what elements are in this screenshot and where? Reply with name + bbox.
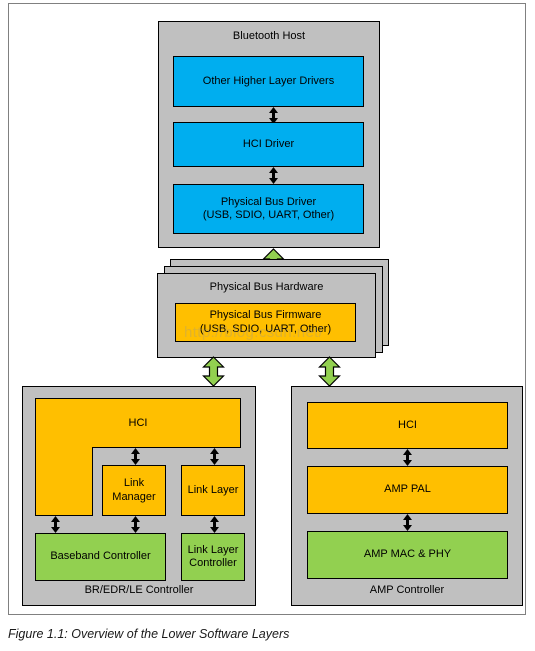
block-link-layer: Link Layer: [181, 465, 245, 516]
br-edr-le-controller-title: BR/EDR/LE Controller: [84, 584, 194, 596]
block-label: AMP MAC & PHY: [363, 548, 452, 561]
block-link-layer-controller: Link Layer Controller: [181, 533, 245, 581]
block-other-higher-layer-drivers: Other Higher Layer Drivers: [173, 56, 364, 107]
block-label: Link Layer: [187, 483, 239, 496]
arrow-hci-to-baseband-controller: [51, 516, 60, 533]
bluetooth-host-title: Bluetooth Host: [232, 30, 306, 42]
block-label: Other Higher Layer Drivers: [202, 74, 335, 87]
block-label: Link Layer Controller: [187, 543, 239, 569]
arrow-link-manager-to-baseband-controller: [131, 516, 140, 533]
figure-frame: Bluetooth Host Other Higher Layer Driver…: [8, 3, 526, 615]
arrow-amp-pal-to-amp-mac-phy: [403, 514, 412, 531]
arrow-link-layer-to-link-layer-controller: [210, 516, 219, 533]
arrow-bus-to-amp-controller: [318, 356, 341, 387]
block-label: Physical Bus Driver (USB, SDIO, UART, Ot…: [202, 195, 335, 221]
physical-bus-hardware-title: Physical Bus Hardware: [209, 281, 324, 293]
block-baseband-controller: Baseband Controller: [35, 533, 166, 581]
block-physical-bus-driver: Physical Bus Driver (USB, SDIO, UART, Ot…: [173, 184, 364, 234]
arrow-hci-to-link-manager: [131, 448, 140, 465]
figure-caption: Figure 1.1: Overview of the Lower Softwa…: [8, 627, 290, 641]
block-label: Link Manager: [112, 477, 156, 503]
arrow-hci-to-link-layer: [210, 448, 219, 465]
block-label: Physical Bus Firmware (USB, SDIO, UART, …: [199, 309, 332, 335]
amp-controller-title: AMP Controller: [369, 584, 445, 596]
arrow-hci-driver-to-phy-bus-driver: [269, 167, 278, 184]
figure-page: Bluetooth Host Other Higher Layer Driver…: [0, 0, 535, 651]
block-amp-mac-phy: AMP MAC & PHY: [307, 531, 508, 579]
block-amp-pal: AMP PAL: [307, 466, 508, 514]
block-hci-driver: HCI Driver: [173, 122, 364, 167]
block-physical-bus-firmware: Physical Bus Firmware (USB, SDIO, UART, …: [175, 303, 356, 342]
block-label: HCI: [398, 418, 417, 431]
block-label: AMP PAL: [384, 483, 431, 496]
block-label: HCI Driver: [242, 137, 295, 150]
block-link-manager: Link Manager: [102, 465, 166, 516]
block-label: Baseband Controller: [50, 550, 151, 563]
arrow-amp-hci-to-amp-pal: [403, 449, 412, 466]
arrow-bus-to-br-edr-le-controller: [202, 356, 225, 387]
block-label: HCI: [128, 417, 148, 429]
block-hci-amp: HCI: [307, 402, 508, 449]
